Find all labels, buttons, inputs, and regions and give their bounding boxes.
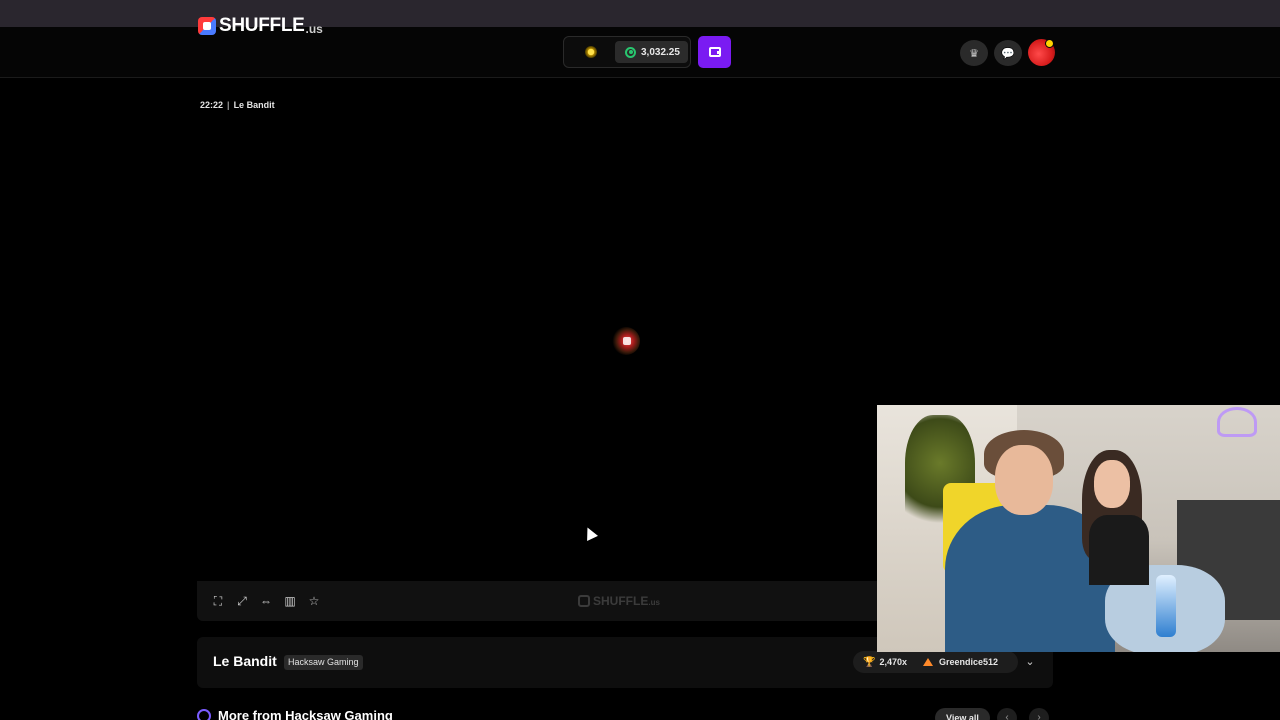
trophy-icon: 🏆 [863, 656, 876, 668]
game-breadcrumb: 22:22 | Le Bandit [200, 100, 275, 110]
width-icon[interactable]: ⇔ [259, 594, 273, 608]
webcam-person-1-face [995, 445, 1053, 515]
wallet-button[interactable] [698, 36, 731, 68]
site-logo[interactable]: SHUFFLE .us [198, 15, 323, 36]
star-icon[interactable]: ☆ [307, 594, 321, 608]
breadcrumb-game-name: Le Bandit [233, 100, 275, 110]
chevron-left-icon[interactable]: ‹ [997, 708, 1017, 720]
stats-icon[interactable]: ▥ [283, 594, 297, 608]
loading-spinner-icon [612, 327, 640, 355]
logo-text: SHUFFLE [219, 15, 305, 36]
vip-button[interactable]: ♛ [960, 40, 988, 66]
top-win-record[interactable]: 🏆 2,470x Greendice512 [853, 651, 1018, 673]
theater-mode-icon[interactable]: ⛶ [211, 594, 225, 608]
logo-mark-icon [198, 17, 216, 35]
webcam-person-2-face [1094, 460, 1130, 508]
fullscreen-icon[interactable]: ⤢ [235, 594, 249, 608]
sweeps-coin-icon [625, 46, 636, 58]
game-title: Le Bandit [213, 653, 277, 669]
watermark-suffix: .us [648, 598, 660, 607]
notification-badge [1045, 39, 1054, 48]
browser-top-bar [0, 0, 1280, 27]
wallet-selector[interactable]: 3,032.25 [563, 36, 691, 68]
chat-button[interactable]: 💬 [994, 40, 1022, 66]
webcam-neon-sign [1217, 407, 1257, 437]
section-title: More from Hacksaw Gaming [218, 708, 393, 720]
toolbar-watermark: SHUFFLE .us [578, 594, 660, 608]
record-multiplier: 2,470x [879, 657, 907, 667]
balance-amount: 3,032.25 [641, 46, 680, 58]
webcam-person-2 [1089, 515, 1149, 585]
gold-coin-icon[interactable] [585, 46, 597, 58]
more-from-provider-section: More from Hacksaw Gaming View all ‹ › [197, 708, 1057, 720]
streamer-webcam-overlay [877, 405, 1280, 652]
webcam-water-bottle [1156, 575, 1176, 637]
wallet-icon [708, 47, 721, 57]
watermark-text: SHUFFLE [593, 594, 649, 608]
breadcrumb-separator: | [227, 100, 230, 110]
game-timestamp: 22:22 [200, 100, 224, 110]
provider-tag[interactable]: Hacksaw Gaming [284, 655, 363, 670]
balance-display[interactable]: 3,032.25 [615, 41, 688, 63]
rank-icon [922, 658, 933, 666]
crown-icon: ♛ [969, 47, 979, 60]
record-player-name[interactable]: Greendice512 [939, 657, 998, 667]
watermark-logo-icon [578, 595, 590, 607]
logo-suffix: .us [305, 21, 323, 36]
chat-icon: 💬 [1001, 47, 1015, 60]
chevron-right-icon[interactable]: › [1029, 708, 1049, 720]
provider-icon [197, 709, 211, 720]
chevron-down-icon[interactable]: ⌄ [1024, 655, 1036, 668]
view-all-button[interactable]: View all [935, 708, 990, 720]
